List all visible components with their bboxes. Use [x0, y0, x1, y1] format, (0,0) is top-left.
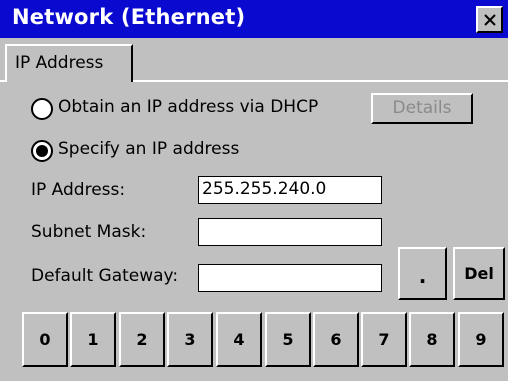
digit-key-2[interactable]: 2: [119, 312, 165, 367]
close-icon: [483, 13, 496, 26]
tab-strip: IP Address: [0, 38, 508, 82]
ip-address-input[interactable]: 255.255.240.0: [198, 176, 382, 204]
digit-key-6[interactable]: 6: [313, 312, 359, 367]
subnet-mask-input[interactable]: [198, 218, 382, 246]
tab-divider-right: [133, 80, 508, 82]
title-bar: Network (Ethernet): [0, 0, 508, 38]
digit-key-5[interactable]: 5: [265, 312, 311, 367]
close-button[interactable]: [476, 6, 503, 33]
static-ip-label[interactable]: Specify an IP address: [58, 139, 239, 159]
network-dialog: Network (Ethernet) IP Address Obtain an …: [0, 0, 508, 381]
digit-key-7[interactable]: 7: [361, 312, 407, 367]
digit-key-0[interactable]: 0: [22, 312, 68, 367]
default-gateway-input[interactable]: [198, 264, 382, 292]
window-title: Network (Ethernet): [12, 5, 246, 29]
digit-key-3[interactable]: 3: [167, 312, 213, 367]
details-button[interactable]: Details: [371, 93, 473, 124]
ip-address-label: IP Address:: [31, 180, 126, 200]
dot-key[interactable]: .: [398, 247, 447, 300]
static-ip-radio[interactable]: [31, 140, 53, 162]
digit-key-1[interactable]: 1: [70, 312, 116, 367]
radio-selected-dot: [36, 145, 48, 157]
del-key[interactable]: Del: [453, 247, 505, 300]
tab-ip-address[interactable]: IP Address: [5, 44, 133, 82]
subnet-mask-label: Subnet Mask:: [31, 222, 147, 242]
digit-key-9[interactable]: 9: [458, 312, 504, 367]
digit-key-8[interactable]: 8: [409, 312, 455, 367]
dhcp-label[interactable]: Obtain an IP address via DHCP: [58, 97, 318, 117]
tab-divider-left: [0, 80, 5, 82]
digit-key-4[interactable]: 4: [216, 312, 262, 367]
default-gateway-label: Default Gateway:: [31, 266, 179, 286]
dhcp-radio[interactable]: [31, 98, 53, 120]
